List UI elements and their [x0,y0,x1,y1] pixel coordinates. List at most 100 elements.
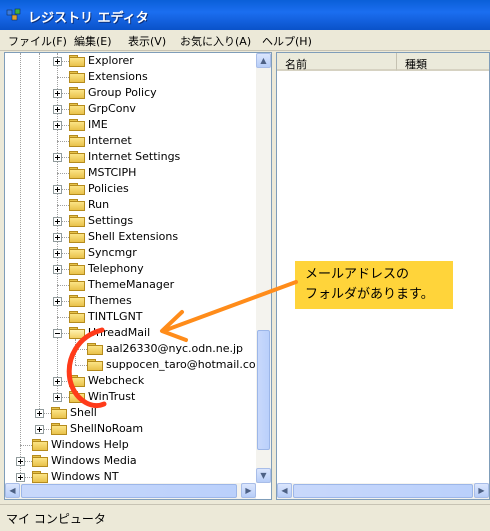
tree-item[interactable]: MSTCIPH [5,165,271,181]
expand-icon[interactable] [53,153,62,162]
expand-icon[interactable] [53,121,62,130]
list-scroll-right-button[interactable]: ▶ [474,483,489,498]
tree-item[interactable]: aal26330@nyc.odn.ne.jp [5,341,271,357]
column-header-name[interactable]: 名前 [277,53,397,71]
folder-body [32,441,48,451]
tree-item[interactable]: Shell [5,405,271,421]
tree-item-label: WinTrust [88,390,136,403]
expand-icon[interactable] [53,217,62,226]
collapse-icon[interactable] [53,329,62,338]
expand-icon[interactable] [16,473,25,482]
scroll-thumb[interactable] [257,330,270,450]
folder-icon [69,311,85,323]
tree-item[interactable]: Explorer [5,53,271,69]
tree-item[interactable]: Syncmgr [5,245,271,261]
folder-icon [69,135,85,147]
menu-view[interactable]: 表示(V) [128,33,166,49]
folder-body [51,425,67,435]
tree-item-label: Explorer [88,54,134,67]
tree-vertical-scrollbar[interactable]: ▲ ▼ [256,53,271,483]
tree-item[interactable]: Group Policy [5,85,271,101]
tree-item-label: UnreadMail [88,326,151,339]
status-bar: マイ コンピュータ [0,504,490,531]
tree-item[interactable]: Webcheck [5,373,271,389]
tree-item[interactable]: ThemeManager [5,277,271,293]
tree-item[interactable]: Themes [5,293,271,309]
expand-icon[interactable] [53,393,62,402]
tree-item-label: suppocen_taro@hotmail.com [106,358,267,371]
tree-item[interactable]: WinTrust [5,389,271,405]
folder-icon [69,167,85,179]
menu-favorites[interactable]: お気に入り(A) [180,33,251,49]
callout-line-1: メールアドレスの [305,267,410,282]
list-horizontal-scrollbar[interactable]: ◀ ▶ [277,483,489,499]
folder-body [87,345,103,355]
registry-editor-icon [6,8,21,21]
expand-icon[interactable] [16,457,25,466]
folder-body [69,377,85,387]
tree-item[interactable]: IME [5,117,271,133]
folder-icon [69,247,85,259]
menu-file[interactable]: ファイル(F) [8,33,67,49]
folder-icon [69,71,85,83]
expand-icon[interactable] [53,377,62,386]
list-h-scroll-thumb[interactable] [293,484,473,498]
expand-icon[interactable] [53,297,62,306]
tree-item[interactable]: Windows Media [5,453,271,469]
tree-horizontal-scrollbar[interactable]: ◀ ▶ [5,483,256,499]
scroll-left-button[interactable]: ◀ [5,483,20,498]
scroll-right-button[interactable]: ▶ [241,483,256,498]
folder-body [69,73,85,83]
folder-body [69,137,85,147]
expand-icon[interactable] [35,409,44,418]
expand-icon[interactable] [53,265,62,274]
scroll-down-button[interactable]: ▼ [256,468,271,483]
expand-icon[interactable] [53,249,62,258]
folder-icon [69,279,85,291]
expand-icon[interactable] [53,185,62,194]
tree-connector [57,205,69,207]
tree-item[interactable]: Policies [5,181,271,197]
tree-item[interactable]: Settings [5,213,271,229]
column-header-type[interactable]: 種類 [397,53,489,71]
tree-item-label: Extensions [88,70,148,83]
registry-tree-pane[interactable]: Explorer Extensions Group Policy GrpConv IME… [4,52,272,500]
tree-item[interactable]: Shell Extensions [5,229,271,245]
tree-item[interactable]: Run [5,197,271,213]
tree-item[interactable]: GrpConv [5,101,271,117]
folder-icon [32,439,48,451]
tree-item[interactable]: Windows Help [5,437,271,453]
list-scroll-left-button[interactable]: ◀ [277,483,292,498]
tree-item[interactable]: ShellNoRoam [5,421,271,437]
tree-item[interactable]: UnreadMail [5,325,271,341]
h-scroll-thumb[interactable] [21,484,237,498]
menu-bar: ファイル(F) 編集(E) 表示(V) お気に入り(A) ヘルプ(H) [0,30,490,51]
tree-item[interactable]: suppocen_taro@hotmail.com [5,357,271,373]
tree-item[interactable]: Extensions [5,69,271,85]
tree-item[interactable]: TINTLGNT [5,309,271,325]
expand-icon[interactable] [53,233,62,242]
folder-icon [32,455,48,467]
expand-icon[interactable] [53,89,62,98]
folder-body [69,185,85,195]
tree-item[interactable]: Internet Settings [5,149,271,165]
folder-icon [69,199,85,211]
tree-item[interactable]: Telephony [5,261,271,277]
expand-icon[interactable] [53,105,62,114]
folder-icon [69,263,85,275]
folder-icon [69,391,85,403]
tree-item[interactable]: Internet [5,133,271,149]
folder-icon [51,423,67,435]
tree-item-label: IME [88,118,108,131]
menu-edit[interactable]: 編集(E) [74,33,112,49]
folder-icon [69,151,85,163]
tree-item-label: Settings [88,214,134,227]
tree-item-label: Themes [88,294,132,307]
folder-icon [87,359,103,371]
expand-icon[interactable] [35,425,44,434]
menu-help[interactable]: ヘルプ(H) [262,33,312,49]
scroll-up-button[interactable]: ▲ [256,53,271,68]
tree-item-label: Shell Extensions [88,230,179,243]
expand-icon[interactable] [53,57,62,66]
folder-body [69,393,85,403]
